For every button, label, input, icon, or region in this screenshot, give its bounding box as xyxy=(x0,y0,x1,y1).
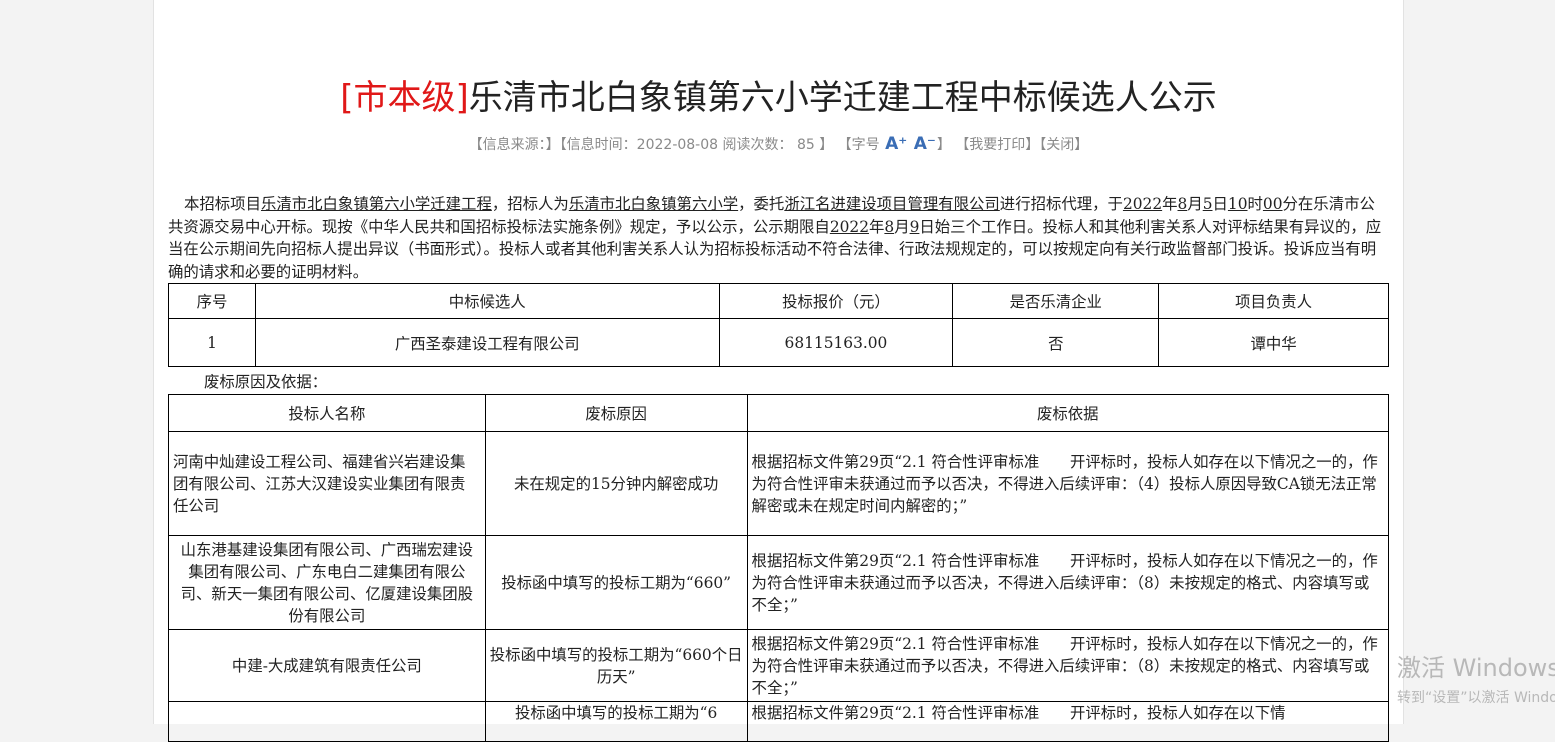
open-year: 2022 xyxy=(1122,195,1163,213)
table-header-row: 投标人名称 废标原因 废标依据 xyxy=(168,394,1390,432)
header-cell: 废标依据 xyxy=(746,394,1390,432)
publicity-year: 2022 xyxy=(829,217,869,236)
reason-cell: 投标函中填写的投标工期为“660” xyxy=(484,535,748,630)
rank-cell: 1 xyxy=(168,318,256,367)
font-size-control-close: 】 xyxy=(936,137,951,153)
intro-text: 日 xyxy=(1212,195,1228,213)
header-cell: 中标候选人 xyxy=(254,283,720,319)
table-row: 中建-大成建筑有限责任公司 投标函中填写的投标工期为“660个日历天” 根据招标… xyxy=(168,629,1390,702)
font-size-control-open: 【字号 xyxy=(837,137,880,153)
basis-cell: 根据招标文件第29页“2.1 符合性评审标准 开评标时，投标人如存在以下情况之一… xyxy=(746,629,1390,702)
info-source: 【信息来源：】 xyxy=(468,137,560,153)
watermark-title: 激活 Windows xyxy=(1397,654,1555,682)
table-row: 投标函中填写的投标工期为“6 根据招标文件第29页“2.1 符合性评审标准 开评… xyxy=(168,701,1390,742)
publicity-month: 8 xyxy=(884,217,895,236)
intro-text: 月 xyxy=(894,217,910,236)
basis-cell: 根据招标文件第29页“2.1 符合性评审标准 开评标时，投标人如存在以下情 xyxy=(746,701,1390,742)
basis-cell: 根据招标文件第29页“2.1 符合性评审标准 开评标时，投标人如存在以下情况之一… xyxy=(746,431,1390,536)
header-cell: 投标人名称 xyxy=(168,394,486,432)
intro-text: 年 xyxy=(868,217,885,236)
header-cell: 是否乐清企业 xyxy=(952,283,1160,319)
candidate-cell: 广西圣泰建设工程有限公司 xyxy=(254,318,720,367)
bidder-cell: 中建-大成建筑有限责任公司 xyxy=(168,629,486,702)
reason-cell: 投标函中填写的投标工期为“660个日历天” xyxy=(484,629,748,702)
page-title: [市本级]乐清市北白象镇第六小学迁建工程中标候选人公示 xyxy=(154,70,1403,119)
open-hour: 10 xyxy=(1227,195,1248,213)
header-cell: 序号 xyxy=(168,283,256,319)
windows-activation-watermark: 激活 Windows 转到“设置”以激活 Windows。 xyxy=(1397,648,1555,707)
intro-text: 本招标项目 xyxy=(184,195,261,213)
open-day: 5 xyxy=(1202,195,1213,213)
reason-cell: 未在规定的15分钟内解密成功 xyxy=(484,431,748,536)
bidder-cell xyxy=(168,701,486,742)
font-increase-icon[interactable]: A⁺ xyxy=(884,134,908,154)
local-company-cell: 否 xyxy=(952,318,1160,367)
info-time: 【信息时间：2022-08-08 阅读次数： 85 】 xyxy=(559,137,834,153)
table-row: 1 广西圣泰建设工程有限公司 68115163.00 否 谭中华 xyxy=(168,318,1389,367)
project-name: 乐清市北白象镇第六小学迁建工程 xyxy=(260,195,492,213)
title-text: 乐清市北白象镇第六小学迁建工程中标候选人公示 xyxy=(468,78,1217,118)
project-manager-cell: 谭中华 xyxy=(1158,318,1389,367)
close-link[interactable]: 【关闭】 xyxy=(1039,137,1088,153)
rejection-table: 投标人名称 废标原因 废标依据 河南中灿建设工程公司、福建省兴岩建设集团有限公司… xyxy=(168,394,1390,742)
table-row: 河南中灿建设工程公司、福建省兴岩建设集团有限公司、江苏大汉建设实业集团有限责任公… xyxy=(168,431,1390,536)
intro-text: 月 xyxy=(1187,195,1203,213)
intro-text: 年 xyxy=(1162,195,1178,213)
intro-text: ，招标人为 xyxy=(491,195,569,213)
bidder-cell: 河南中灿建设工程公司、福建省兴岩建设集团有限公司、江苏大汉建设实业集团有限责任公… xyxy=(168,431,486,536)
font-decrease-icon[interactable]: A⁻ xyxy=(913,134,937,154)
publicity-day: 9 xyxy=(909,217,920,236)
header-cell: 投标报价（元） xyxy=(718,283,954,319)
agent-name: 浙江名进建设项目管理有限公司 xyxy=(784,195,1000,213)
level-tag: [市本级] xyxy=(340,78,469,118)
candidate-table: 序号 中标候选人 投标报价（元） 是否乐清企业 项目负责人 1 广西圣泰建设工程… xyxy=(168,283,1389,367)
header-cell: 废标原因 xyxy=(484,394,748,432)
watermark-subtitle: 转到“设置”以激活 Windows。 xyxy=(1397,690,1555,706)
open-minute: 00 xyxy=(1262,195,1283,213)
intro-paragraph: 本招标项目乐清市北白象镇第六小学迁建工程，招标人为乐清市北白象镇第六小学，委托浙… xyxy=(168,193,1386,283)
bidder-cell: 山东港基建设集团有限公司、广西瑞宏建设集团有限公司、广东电白二建集团有限公司、新… xyxy=(168,535,486,630)
reason-cell: 投标函中填写的投标工期为“6 xyxy=(484,701,748,742)
open-month: 8 xyxy=(1177,195,1188,213)
intro-text: 进行招标代理，于 xyxy=(999,195,1123,213)
table-header-row: 序号 中标候选人 投标报价（元） 是否乐清企业 项目负责人 xyxy=(168,283,1389,319)
rejection-heading: 废标原因及依据： xyxy=(204,373,328,391)
intro-text: ，委托 xyxy=(738,195,785,213)
print-link[interactable]: 【我要打印】 xyxy=(955,137,1039,153)
bid-price-cell: 68115163.00 xyxy=(718,318,954,367)
tenderer-name: 乐清市北白象镇第六小学 xyxy=(568,195,739,213)
table-row: 山东港基建设集团有限公司、广西瑞宏建设集团有限公司、广东电白二建集团有限公司、新… xyxy=(168,535,1390,630)
intro-text: 时 xyxy=(1247,195,1263,213)
basis-cell: 根据招标文件第29页“2.1 符合性评审标准 开评标时，投标人如存在以下情况之一… xyxy=(746,535,1390,630)
header-cell: 项目负责人 xyxy=(1158,283,1389,319)
article-meta: 【信息来源：】【信息时间：2022-08-08 阅读次数： 85 】 【字号 A… xyxy=(154,134,1403,154)
